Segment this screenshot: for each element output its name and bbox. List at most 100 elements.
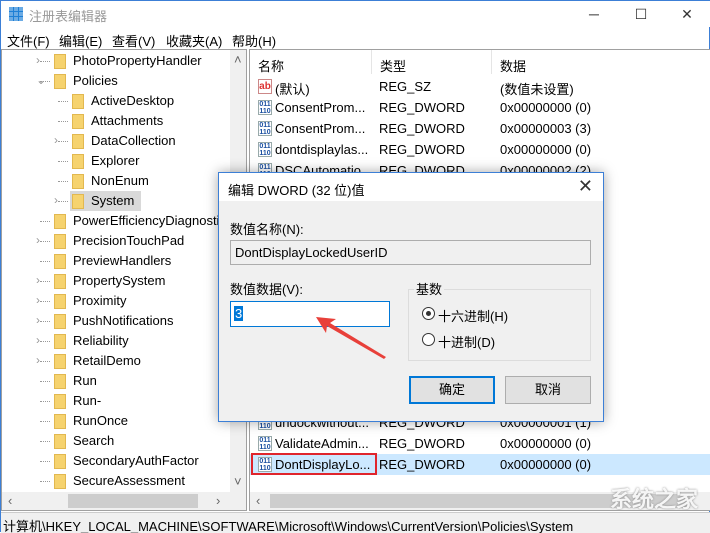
scroll-down-icon[interactable]: ˅ — [234, 474, 242, 489]
tree-node[interactable]: Attachments — [2, 111, 230, 131]
list-row[interactable]: 011 110 ValidateAdmin... REG_DWORD 0x0000000… — [250, 433, 710, 454]
expand-arrow-icon[interactable]: › — [36, 333, 40, 347]
tree-node-label: PhotoPropertyHandler — [73, 53, 202, 68]
hex-radio-label[interactable]: 十六进制(H) — [438, 306, 508, 325]
tree-node[interactable]: › PrecisionTouchPad — [2, 231, 230, 251]
column-header-type[interactable]: 类型 — [372, 50, 492, 74]
tree-node[interactable]: › RetailDemo — [2, 351, 230, 371]
tree-node[interactable]: › PushNotifications — [2, 311, 230, 331]
tree-node[interactable]: ⌄ Policies — [2, 71, 230, 91]
value-type: REG_DWORD — [379, 457, 465, 472]
tree-connector — [40, 301, 50, 302]
tree-node[interactable]: › PhotoPropertyHandler — [2, 51, 230, 71]
expand-arrow-icon[interactable]: › — [54, 133, 58, 147]
expand-arrow-icon[interactable]: › — [36, 233, 40, 247]
tree-node[interactable]: Explorer — [2, 151, 230, 171]
tree-node[interactable]: SecondaryAuthFactor — [2, 451, 230, 471]
tree-node[interactable]: › Proximity — [2, 291, 230, 311]
tree-node[interactable]: Run- — [2, 391, 230, 411]
decimal-radio-label[interactable]: 十进制(D) — [438, 332, 495, 351]
folder-icon — [54, 234, 66, 249]
tree-node[interactable]: Run — [2, 371, 230, 391]
tree-connector — [40, 61, 50, 62]
tree-node[interactable]: PreviewHandlers — [2, 251, 230, 271]
dword-value-icon: 011110 — [258, 100, 272, 115]
folder-icon — [54, 474, 66, 489]
tree-node[interactable]: NonEnum — [2, 171, 230, 191]
edit-dword-dialog: 编辑 DWORD (32 位)值 ✕ 数值名称(N): DontDisplayL… — [218, 172, 604, 422]
minimize-button[interactable]: ─ — [571, 1, 617, 27]
tree-node[interactable]: › DataCollection — [2, 131, 230, 151]
folder-icon — [72, 154, 84, 169]
folder-icon — [72, 174, 84, 189]
tree-node[interactable]: Search — [2, 431, 230, 451]
expand-arrow-icon[interactable]: › — [36, 313, 40, 327]
decimal-radio[interactable] — [422, 333, 435, 346]
close-button[interactable]: ✕ — [664, 1, 710, 27]
scroll-right-icon[interactable]: › — [216, 493, 220, 508]
value-data: 0x00000000 (0) — [500, 142, 592, 157]
value-data: (数值未设置) — [500, 82, 574, 97]
tree-connector — [40, 401, 50, 402]
value-data-text: 3 — [234, 306, 244, 321]
collapse-arrow-icon[interactable]: ⌄ — [36, 73, 46, 87]
list-row[interactable]: 011 110 DontDisplayLo... REG_DWORD 0x0000000… — [250, 453, 710, 475]
list-row[interactable]: 011 110 dontdisplaylas... REG_DWORD 0x000000… — [250, 139, 710, 160]
tree-connector — [40, 461, 50, 462]
tree-node-label: PropertySystem — [73, 273, 166, 288]
folder-icon — [54, 274, 66, 289]
tree-node-label: SecondaryAuthFactor — [73, 453, 199, 468]
expand-arrow-icon[interactable]: › — [36, 293, 40, 307]
tree-node[interactable]: RunOnce — [2, 411, 230, 431]
menu-help[interactable]: 帮助(H) — [232, 31, 276, 50]
dialog-close-button[interactable]: ✕ — [578, 176, 593, 197]
tree-node[interactable]: ActiveDesktop — [2, 91, 230, 111]
tree-node-label: Proximity — [73, 293, 127, 308]
scroll-left-icon[interactable]: ‹ — [256, 493, 260, 508]
value-name: ConsentProm... — [275, 100, 366, 115]
column-header-data[interactable]: 数据 — [492, 50, 710, 74]
status-bar-path: 计算机\HKEY_LOCAL_MACHINE\SOFTWARE\Microsof… — [1, 512, 710, 533]
expand-arrow-icon[interactable]: › — [54, 193, 58, 207]
maximize-button[interactable]: ☐ — [618, 1, 664, 27]
tree-node[interactable]: › System — [2, 191, 230, 211]
tree-node-label: SecureAssessment — [73, 473, 185, 488]
tree-horizontal-scrollbar[interactable]: ‹ › — [2, 492, 246, 510]
hex-radio[interactable] — [422, 307, 435, 320]
cancel-button[interactable]: 取消 — [505, 376, 591, 404]
tree-connector — [58, 181, 68, 182]
value-name: ConsentProm... — [275, 121, 366, 136]
expand-arrow-icon[interactable]: › — [36, 353, 40, 367]
tree-node[interactable]: › Reliability — [2, 331, 230, 351]
list-row[interactable]: 011 110 ConsentProm... REG_DWORD 0x00000003 … — [250, 118, 710, 139]
tree-connector — [40, 361, 50, 362]
value-name-field[interactable]: DontDisplayLockedUserID — [230, 240, 591, 265]
tree-hscroll-thumb[interactable] — [68, 494, 198, 508]
tree-node[interactable]: PowerEfficiencyDiagnostic — [2, 211, 230, 231]
list-row[interactable]: ab (默认) REG_SZ (数值未设置) — [250, 76, 710, 97]
tree-node[interactable]: SecureAssessment — [2, 471, 230, 491]
expand-arrow-icon[interactable]: › — [36, 273, 40, 287]
value-name-label: 数值名称(N): — [230, 222, 304, 237]
tree-connector — [40, 341, 50, 342]
scroll-up-icon[interactable]: ˄ — [234, 52, 242, 67]
menu-file[interactable]: 文件(F) — [7, 31, 50, 50]
expand-arrow-icon[interactable]: › — [36, 53, 40, 67]
ok-button[interactable]: 确定 — [409, 376, 495, 404]
list-row[interactable]: 011 110 ConsentProm... REG_DWORD 0x00000000 … — [250, 97, 710, 118]
folder-icon — [54, 214, 66, 229]
menu-bar: 文件(F) 编辑(E) 查看(V) 收藏夹(A) 帮助(H) — [1, 28, 710, 50]
tree-node-label: PowerEfficiencyDiagnostic — [73, 213, 226, 228]
tree-pane: › PhotoPropertyHandler ⌄ Policies ActiveDesk… — [1, 49, 247, 511]
tree-node[interactable]: › PropertySystem — [2, 271, 230, 291]
menu-view[interactable]: 查看(V) — [112, 31, 155, 50]
column-header-name[interactable]: 名称 — [250, 50, 372, 74]
tree-connector — [40, 261, 50, 262]
value-data: 0x00000000 (0) — [500, 436, 592, 451]
menu-edit[interactable]: 编辑(E) — [59, 31, 102, 50]
value-data: 0x00000000 (0) — [500, 100, 592, 115]
value-type: REG_SZ — [379, 79, 432, 94]
menu-favorites[interactable]: 收藏夹(A) — [166, 31, 222, 50]
scroll-left-icon[interactable]: ‹ — [8, 493, 12, 508]
tree-connector — [40, 441, 50, 442]
